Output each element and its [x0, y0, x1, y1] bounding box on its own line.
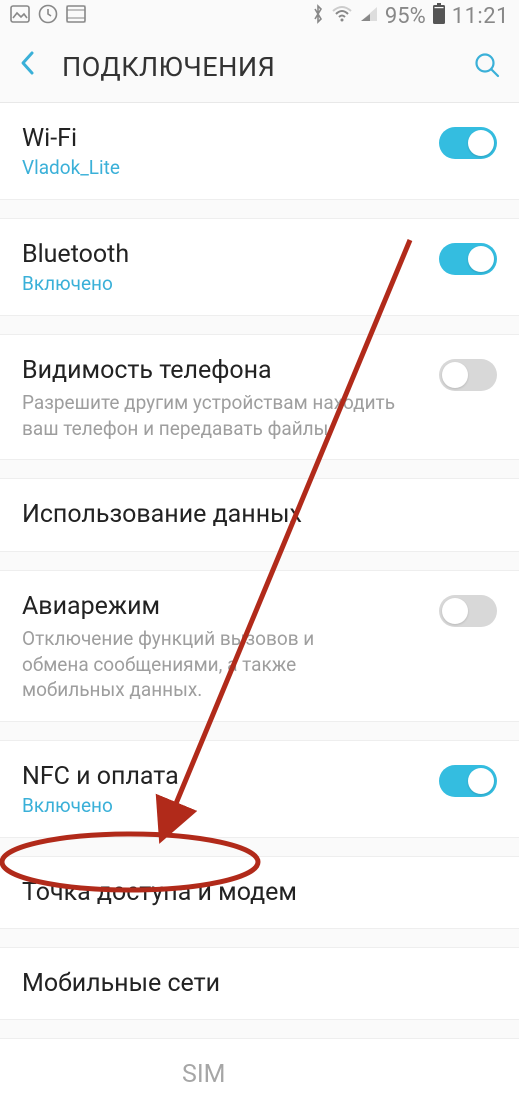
section-gap — [0, 551, 519, 571]
section-gap — [0, 315, 519, 335]
battery-percentage: 95% — [385, 4, 426, 29]
picture-icon — [10, 4, 30, 28]
data-usage-title: Использование данных — [22, 499, 497, 530]
hotspot-title: Точка доступа и модем — [22, 877, 497, 908]
signal-icon — [359, 4, 379, 28]
row-sim-partial[interactable]: SIM — [0, 1039, 519, 1092]
section-gap — [0, 721, 519, 741]
row-nfc-payment[interactable]: NFC и оплата Включено — [0, 741, 519, 837]
row-airplane-mode[interactable]: Авиарежим Отключение функций вызовов и о… — [0, 571, 519, 721]
section-gap — [0, 837, 519, 857]
row-wifi[interactable]: Wi-Fi Vladok_Lite — [0, 103, 519, 199]
airplane-title: Авиарежим — [22, 591, 425, 622]
status-right-icons: 95% 11:21 — [311, 3, 509, 30]
page-title: ПОДКЛЮЧЕНИЯ — [62, 51, 447, 83]
section-gap — [0, 1019, 519, 1039]
header-bar: ПОДКЛЮЧЕНИЯ — [0, 32, 519, 102]
row-mobile-networks[interactable]: Мобильные сети — [0, 948, 519, 1019]
visibility-toggle[interactable] — [439, 359, 497, 391]
clock-icon — [38, 4, 58, 29]
section-gap — [0, 199, 519, 219]
visibility-title: Видимость телефона — [22, 355, 425, 386]
status-left-icons — [10, 4, 86, 29]
wifi-toggle[interactable] — [439, 127, 497, 159]
back-button[interactable] — [18, 49, 36, 85]
wifi-title: Wi-Fi — [22, 123, 425, 154]
clock-time: 11:21 — [452, 4, 509, 29]
mobile-networks-title: Мобильные сети — [22, 968, 497, 999]
nfc-toggle[interactable] — [439, 765, 497, 797]
nfc-title: NFC и оплата — [22, 761, 425, 792]
row-data-usage[interactable]: Использование данных — [0, 479, 519, 550]
wifi-subtitle: Vladok_Lite — [22, 156, 425, 181]
nfc-subtitle: Включено — [22, 794, 425, 819]
search-button[interactable] — [473, 51, 501, 83]
section-gap — [0, 459, 519, 479]
wifi-icon — [331, 4, 353, 28]
airplane-toggle[interactable] — [439, 595, 497, 627]
bluetooth-title: Bluetooth — [22, 239, 425, 270]
bluetooth-icon — [311, 4, 325, 29]
status-bar: 95% 11:21 — [0, 0, 519, 32]
section-gap — [0, 928, 519, 948]
airplane-desc: Отключение функций вызовов и обмена сооб… — [22, 626, 382, 703]
film-icon — [66, 4, 86, 28]
row-hotspot-tethering[interactable]: Точка доступа и модем — [0, 857, 519, 928]
bluetooth-toggle[interactable] — [439, 243, 497, 275]
sim-title-partial: SIM — [22, 1059, 497, 1090]
visibility-desc: Разрешите другим устройствам находить ва… — [22, 390, 425, 441]
row-phone-visibility[interactable]: Видимость телефона Разрешите другим устр… — [0, 335, 519, 460]
row-bluetooth[interactable]: Bluetooth Включено — [0, 219, 519, 315]
bluetooth-subtitle: Включено — [22, 272, 425, 297]
battery-icon — [432, 3, 446, 30]
